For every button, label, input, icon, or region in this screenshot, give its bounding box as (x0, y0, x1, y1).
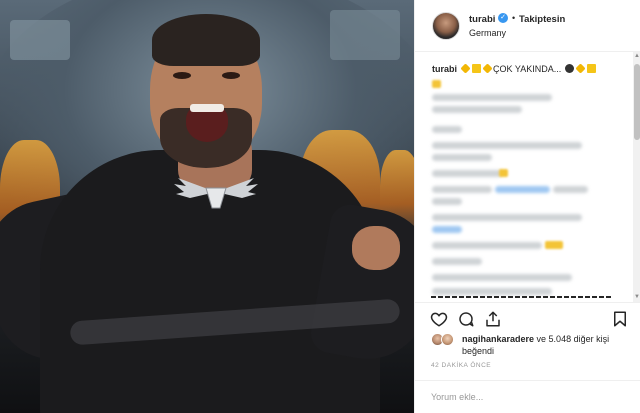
separator-dot: • (512, 13, 516, 23)
caption-username[interactable]: turabi (432, 64, 457, 74)
avatar[interactable] (441, 333, 454, 346)
share-icon[interactable] (484, 310, 502, 328)
add-comment-area[interactable]: Yorum ekle... (415, 380, 640, 413)
blurred-comment (432, 126, 462, 133)
person-teeth (190, 104, 224, 112)
post-sidebar: turabi ✓ • Takiptesin Germany turabi ÇOK … (414, 0, 640, 413)
caption-text: ÇOK YAKINDA... (493, 64, 562, 74)
comments-scrollbar[interactable]: ▲ ▼ (633, 52, 640, 302)
post-timestamp[interactable]: 42 DAKİKA ÖNCE (431, 362, 491, 369)
blurred-comment (553, 186, 588, 193)
blurred-comment (432, 198, 462, 205)
post-actions (415, 302, 640, 332)
blurred-comment (432, 186, 492, 193)
person-hand (352, 226, 400, 270)
verified-badge-icon: ✓ (498, 13, 508, 23)
comment-input[interactable]: Yorum ekle... (431, 392, 483, 402)
scrollbar-thumb[interactable] (634, 64, 640, 140)
blurred-mention (495, 186, 550, 193)
person-hair (152, 14, 260, 66)
likes-row: nagihankaradere ve 5.048 diğer kişi beğe… (415, 330, 640, 362)
location-link[interactable]: Germany (469, 28, 506, 38)
blurred-emoji (432, 80, 441, 88)
comment-divider-dashes (431, 296, 611, 298)
blurred-mention (432, 226, 462, 233)
follow-status-button[interactable]: Takiptesin (519, 14, 565, 25)
blurred-comment (432, 258, 482, 265)
blurred-emoji (499, 169, 508, 177)
avatar[interactable] (432, 12, 460, 40)
bookmark-icon[interactable] (611, 310, 629, 328)
post-media[interactable] (0, 0, 414, 413)
blurred-comment (432, 288, 552, 295)
winged-pendant-icon (174, 178, 258, 209)
heart-icon[interactable] (430, 310, 448, 328)
liker-username-link[interactable]: nagihankaradere (462, 334, 534, 344)
blurred-comment (432, 170, 502, 177)
scroll-down-arrow-icon[interactable]: ▼ (633, 293, 640, 302)
post-header: turabi ✓ • Takiptesin Germany (415, 0, 640, 52)
background-tile (10, 20, 70, 60)
star-emoji-icon (482, 63, 493, 74)
blurred-comment (432, 242, 542, 249)
person-eye (173, 72, 191, 79)
likes-summary: nagihankaradere ve 5.048 diğer kişi beğe… (462, 333, 632, 357)
star-emoji-icon (460, 63, 471, 74)
blurred-emoji (545, 241, 563, 249)
bomb-emoji-icon (564, 64, 574, 73)
blurred-comment (432, 154, 492, 161)
blurred-comment (432, 142, 582, 149)
liker-avatars[interactable] (431, 333, 459, 347)
background-tile (330, 10, 400, 60)
blurred-comment (432, 106, 522, 113)
blurred-comment (432, 274, 572, 281)
person-eye (222, 72, 240, 79)
star-emoji-icon (575, 63, 586, 74)
speech-bubble-icon[interactable] (457, 310, 475, 328)
blurred-comment (432, 214, 582, 221)
caption: turabi ÇOK YAKINDA... (432, 63, 632, 75)
scroll-up-arrow-icon[interactable]: ▲ (633, 52, 640, 61)
username-link[interactable]: turabi (469, 14, 495, 25)
comments-list: turabi ÇOK YAKINDA... (415, 52, 633, 300)
folder-emoji-icon (472, 64, 482, 73)
blurred-comment (432, 94, 552, 101)
folder-emoji-icon (586, 64, 596, 73)
